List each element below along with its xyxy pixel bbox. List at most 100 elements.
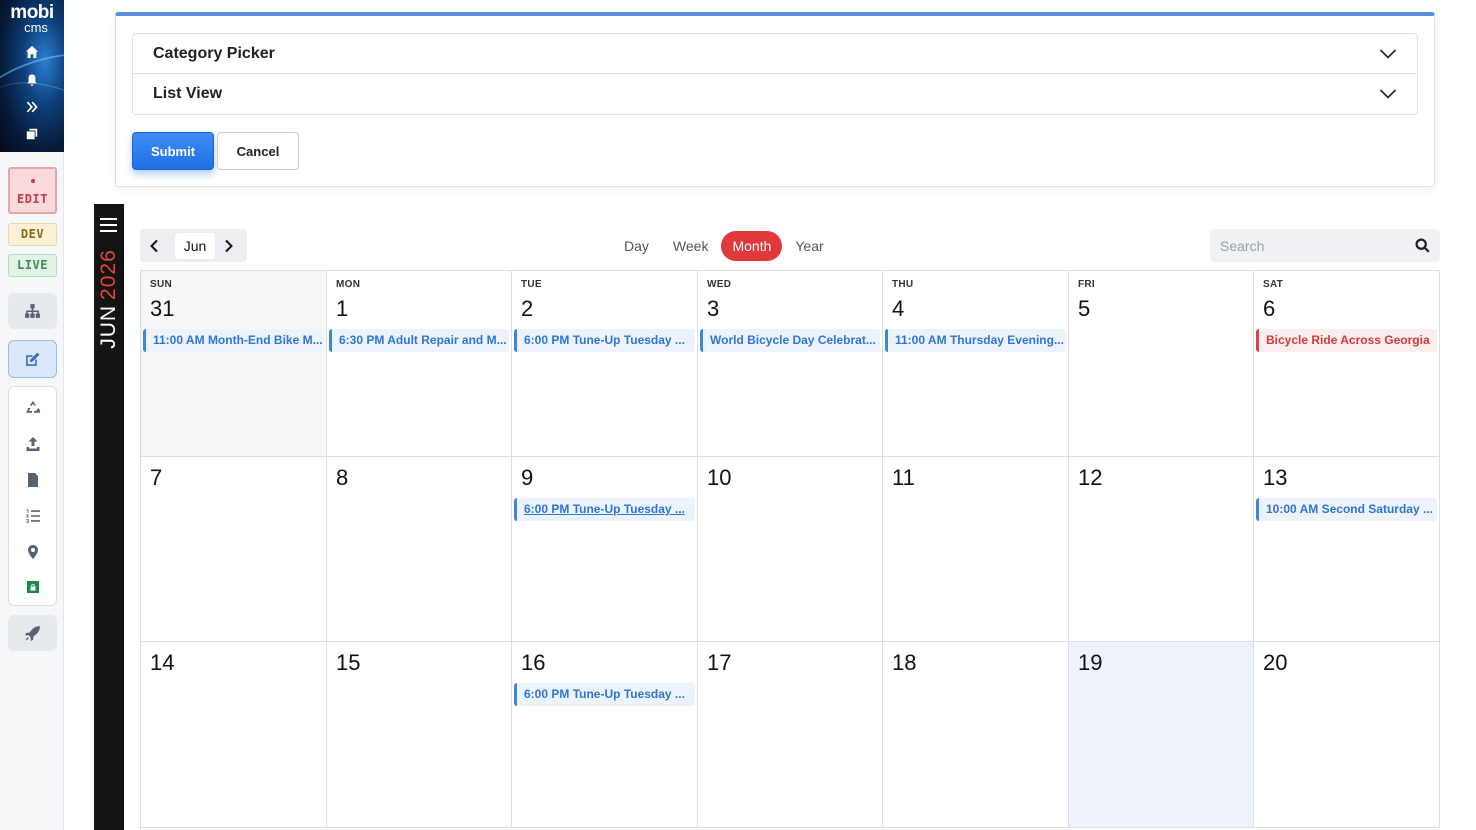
day-number[interactable]: 18 bbox=[892, 650, 916, 676]
file-icon[interactable] bbox=[24, 471, 42, 489]
day-cell[interactable]: 16 6:00 PM Tune-Up Tuesday ... bbox=[512, 642, 698, 828]
day-number[interactable]: 20 bbox=[1263, 650, 1287, 676]
event-title: Thursday Evening... bbox=[949, 333, 1064, 347]
day-number[interactable]: 15 bbox=[336, 650, 360, 676]
day-number[interactable]: 8 bbox=[336, 465, 348, 491]
day-cell[interactable]: TUE 2 6:00 PM Tune-Up Tuesday ... bbox=[512, 271, 698, 457]
event-time: 10:00 AM bbox=[1266, 502, 1319, 516]
day-number[interactable]: 16 bbox=[521, 650, 545, 676]
day-number[interactable]: 12 bbox=[1078, 465, 1102, 491]
day-number[interactable]: 1 bbox=[336, 296, 348, 322]
day-cell[interactable]: THU 4 11:00 AM Thursday Evening... bbox=[883, 271, 1069, 457]
copy-icon[interactable] bbox=[22, 124, 42, 144]
calendar-event[interactable]: 6:00 PM Tune-Up Tuesday ... bbox=[514, 683, 695, 706]
accordion-title: List View bbox=[153, 85, 223, 102]
calendar-event[interactable]: 6:00 PM Tune-Up Tuesday ... bbox=[514, 498, 695, 521]
day-cell[interactable]: SAT 6 Bicycle Ride Across Georgia bbox=[1254, 271, 1440, 457]
day-number[interactable]: 13 bbox=[1263, 465, 1287, 491]
day-number[interactable]: 9 bbox=[521, 465, 533, 491]
chevron-down-icon[interactable] bbox=[1379, 87, 1397, 99]
event-time: 6:00 PM bbox=[524, 333, 570, 347]
cancel-button[interactable]: Cancel bbox=[217, 132, 299, 170]
day-cell[interactable]: 11 bbox=[883, 457, 1069, 642]
event-title: Bicycle Ride Across Georgia bbox=[1266, 333, 1430, 347]
day-number[interactable]: 19 bbox=[1078, 650, 1102, 676]
bell-icon[interactable] bbox=[22, 70, 42, 90]
chevron-right-icon bbox=[225, 239, 233, 252]
env-edit-badge[interactable]: EDIT bbox=[8, 167, 57, 214]
lock-icon[interactable] bbox=[24, 578, 42, 596]
month-grid: SUN 31 11:00 AM Month-End Bike M... MON 1 6:3… bbox=[140, 270, 1440, 830]
day-cell[interactable]: 14 bbox=[141, 642, 327, 828]
day-number[interactable]: 7 bbox=[150, 465, 162, 491]
hamburger-menu-icon[interactable] bbox=[100, 218, 117, 232]
day-number[interactable]: 17 bbox=[707, 650, 731, 676]
day-number[interactable]: 14 bbox=[150, 650, 174, 676]
accordion-category-picker[interactable]: Category Picker bbox=[132, 33, 1418, 74]
day-cell[interactable]: 9 6:00 PM Tune-Up Tuesday ... bbox=[512, 457, 698, 642]
sitemap-button[interactable] bbox=[8, 293, 57, 329]
day-number[interactable]: 11 bbox=[892, 465, 915, 491]
tab-year[interactable]: Year bbox=[784, 231, 834, 261]
form-panel: Category Picker List View Submit Cancel bbox=[115, 12, 1435, 187]
day-number[interactable]: 3 bbox=[707, 296, 719, 322]
edit-page-button[interactable] bbox=[8, 340, 57, 378]
rail-header: mobi cms bbox=[0, 0, 64, 152]
weekday-label: MON bbox=[336, 279, 361, 290]
publish-button[interactable] bbox=[8, 615, 57, 651]
map-pin-icon[interactable] bbox=[24, 543, 42, 561]
day-number[interactable]: 31 bbox=[150, 296, 174, 322]
day-number[interactable]: 4 bbox=[892, 296, 904, 322]
next-month-button[interactable] bbox=[215, 229, 243, 262]
calendar-event[interactable]: Bicycle Ride Across Georgia bbox=[1256, 329, 1437, 352]
day-cell[interactable]: 7 bbox=[141, 457, 327, 642]
weekday-label: SAT bbox=[1263, 279, 1284, 290]
day-number[interactable]: 10 bbox=[707, 465, 731, 491]
day-cell[interactable]: 15 bbox=[327, 642, 512, 828]
day-cell[interactable]: WED 3 World Bicycle Day Celebrat... bbox=[698, 271, 883, 457]
day-cell[interactable]: 10 bbox=[698, 457, 883, 642]
day-cell[interactable]: 18 bbox=[883, 642, 1069, 828]
tab-week[interactable]: Week bbox=[662, 231, 720, 261]
calendar-event[interactable]: World Bicycle Day Celebrat... bbox=[700, 329, 880, 352]
day-number[interactable]: 2 bbox=[521, 296, 533, 322]
upload-icon[interactable] bbox=[24, 435, 42, 453]
day-cell[interactable]: 20 bbox=[1254, 642, 1440, 828]
calendar-event[interactable]: 6:00 PM Tune-Up Tuesday ... bbox=[514, 329, 695, 352]
day-cell[interactable]: SUN 31 11:00 AM Month-End Bike M... bbox=[141, 271, 327, 457]
submit-button[interactable]: Submit bbox=[132, 132, 214, 170]
tab-day[interactable]: Day bbox=[613, 231, 660, 261]
day-cell[interactable]: FRI 5 bbox=[1069, 271, 1254, 457]
cms-sidebar: mobi cms EDIT DEV LIVE bbox=[0, 0, 64, 830]
day-cell[interactable]: 8 bbox=[327, 457, 512, 642]
env-dev-badge[interactable]: DEV bbox=[8, 223, 57, 246]
double-chevron-right-icon[interactable] bbox=[22, 97, 42, 117]
tab-month[interactable]: Month bbox=[721, 230, 783, 261]
env-live-badge[interactable]: LIVE bbox=[8, 254, 57, 277]
day-cell[interactable]: 13 10:00 AM Second Saturday ... bbox=[1254, 457, 1440, 642]
calendar-event[interactable]: 10:00 AM Second Saturday ... bbox=[1256, 498, 1437, 521]
day-number[interactable]: 5 bbox=[1078, 296, 1090, 322]
weekday-label: FRI bbox=[1078, 279, 1096, 290]
ordered-list-icon[interactable] bbox=[24, 507, 42, 525]
event-time: 11:00 AM bbox=[153, 333, 205, 347]
search-input[interactable] bbox=[1220, 235, 1410, 257]
search-icon[interactable] bbox=[1415, 238, 1430, 253]
home-icon[interactable] bbox=[22, 42, 42, 62]
day-cell[interactable]: 17 bbox=[698, 642, 883, 828]
day-cell[interactable]: MON 1 6:30 PM Adult Repair and M... bbox=[327, 271, 512, 457]
day-cell[interactable]: 19 bbox=[1069, 642, 1254, 828]
day-cell[interactable]: 12 bbox=[1069, 457, 1254, 642]
day-number[interactable]: 6 bbox=[1263, 296, 1275, 322]
calendar-event[interactable]: 11:00 AM Thursday Evening... bbox=[885, 329, 1066, 352]
recycle-icon[interactable] bbox=[24, 399, 42, 417]
current-month-label[interactable]: Jun bbox=[175, 233, 215, 259]
prev-month-button[interactable] bbox=[140, 229, 168, 262]
edit-icon bbox=[26, 352, 40, 366]
calendar-event[interactable]: 11:00 AM Month-End Bike M... bbox=[143, 329, 324, 352]
calendar-event[interactable]: 6:30 PM Adult Repair and M... bbox=[329, 329, 509, 352]
accordion-list-view[interactable]: List View bbox=[132, 74, 1418, 115]
chevron-down-icon[interactable] bbox=[1379, 47, 1397, 59]
mobicms-logo[interactable]: mobi cms bbox=[6, 3, 58, 34]
event-title: Tune-Up Tuesday ... bbox=[572, 687, 685, 701]
